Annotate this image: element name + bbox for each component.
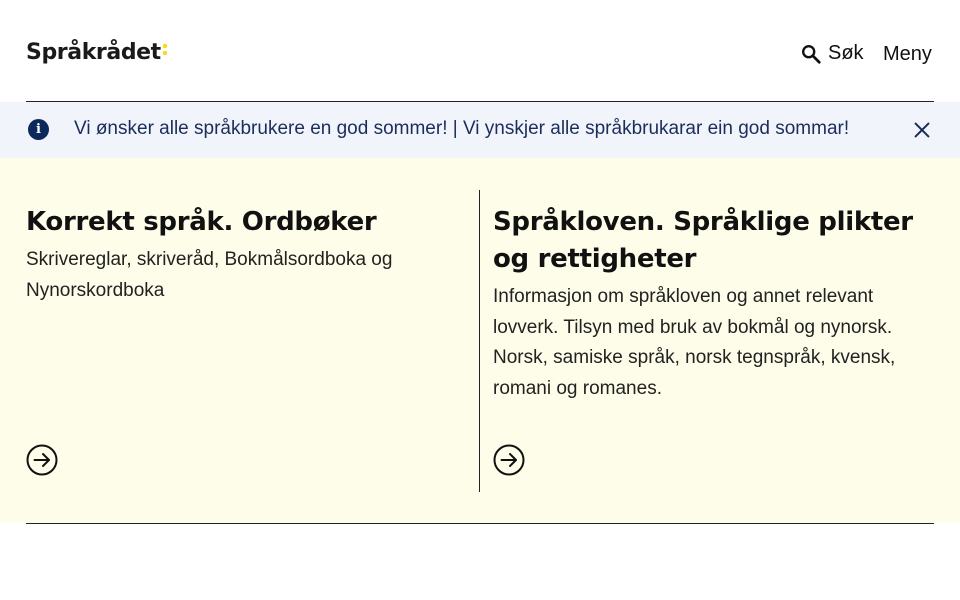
info-icon: i — [28, 119, 49, 140]
arrow-right-icon[interactable] — [26, 444, 58, 476]
card-divider — [479, 190, 480, 492]
site-logo[interactable]: Språkrådet — [26, 40, 167, 65]
search-button[interactable]: Søk — [800, 42, 864, 65]
card-title: Språkloven. Språklige plikter og rettigh… — [493, 207, 913, 274]
site-header: Språkrådet Søk Meny — [0, 0, 960, 101]
card-description: Skrivereglar, skriveråd, Bokmålsordboka … — [26, 249, 393, 301]
banner-message: Vi ønsker alle språkbrukere en god somme… — [74, 118, 850, 139]
close-icon[interactable] — [911, 119, 933, 141]
arrow-right-icon[interactable] — [493, 444, 525, 476]
card-korrekt-sprak[interactable]: Korrekt språk. Ordbøker Skrivereglar, sk… — [26, 190, 466, 492]
search-label: Søk — [828, 42, 864, 64]
logo-text: Språkrådet — [26, 40, 161, 65]
card-description: Informasjon om språkloven og annet relev… — [493, 286, 896, 399]
notice-banner: i Vi ønsker alle språkbrukere en god som… — [0, 102, 960, 158]
card-sprakloven[interactable]: Språkloven. Språklige plikter og rettigh… — [493, 190, 923, 492]
logo-dots — [162, 44, 167, 55]
search-icon — [802, 44, 821, 64]
topic-cards: Korrekt språk. Ordbøker Skrivereglar, sk… — [0, 158, 960, 523]
card-title: Korrekt språk. Ordbøker — [26, 207, 377, 237]
section-divider — [26, 523, 934, 524]
menu-button[interactable]: Meny — [883, 43, 932, 66]
